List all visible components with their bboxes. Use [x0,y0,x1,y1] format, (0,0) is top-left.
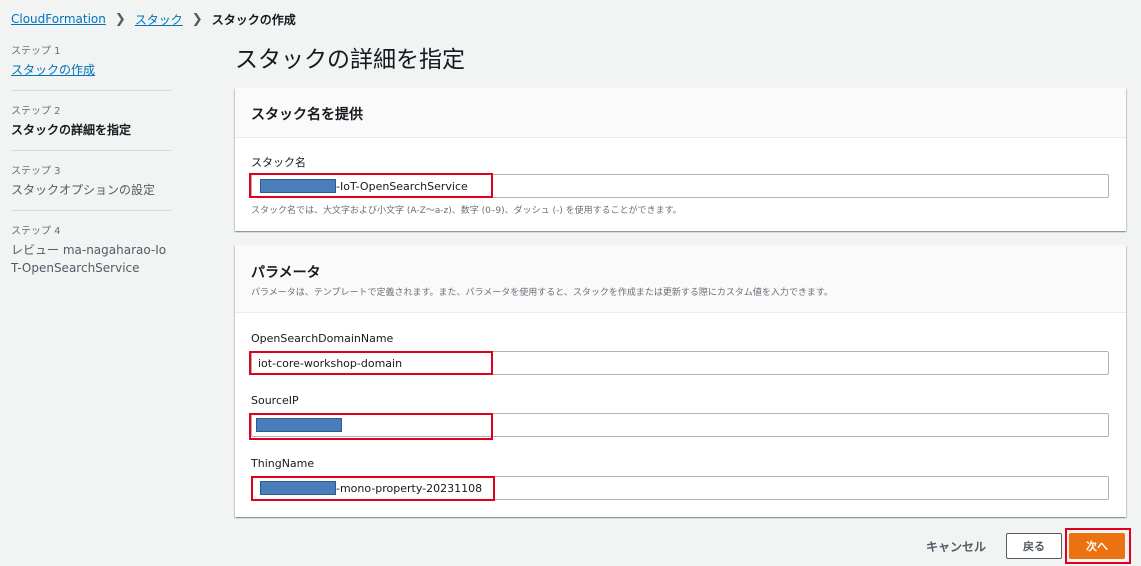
chevron-right-icon: ❯ [114,11,126,27]
step-divider [11,150,171,151]
opensearch-domain-name-value: iot-core-workshop-domain [258,356,403,370]
step-2-title: スタックの詳細を指定 [11,123,132,137]
parameters-panel-description: パラメータは、テンプレートで定義されます。また、パラメータを使用すると、スタック… [251,288,834,298]
wizard-step-2: ステップ 2 スタックの詳細を指定 [11,102,131,139]
source-ip-input[interactable] [251,413,1109,437]
step-4-title: レビュー ma-nagaharao-IoT-OpenSearchService [11,243,167,275]
back-button[interactable]: 戻る [1006,533,1062,559]
opensearch-domain-name-input[interactable]: iot-core-workshop-domain [251,351,1109,375]
wizard-step-4: ステップ 4 レビュー ma-nagaharao-IoT-OpenSearchS… [11,222,171,277]
stack-name-panel: スタック名を提供 スタック名 -IoT-OpenSearchService スタ… [235,88,1126,231]
breadcrumb-current: スタックの作成 [211,12,296,27]
parameters-panel-title: パラメータ [251,265,321,281]
chevron-right-icon: ❯ [191,11,203,27]
step-divider [11,210,171,211]
step-divider [11,90,171,91]
step-1-link[interactable]: スタックの作成 [11,61,171,79]
opensearch-domain-name-label: OpenSearchDomainName [251,332,394,345]
stack-name-value: -IoT-OpenSearchService [336,179,468,193]
source-ip-label: SourceIP [251,394,299,407]
panel-header: スタック名を提供 [235,88,1126,138]
step-2-label: ステップ 2 [11,106,61,117]
cancel-button[interactable]: キャンセル [926,538,986,555]
step-4-label: ステップ 4 [11,226,61,237]
panel-header: パラメータ パラメータは、テンプレートで定義されます。また、パラメータを使用する… [235,245,1126,313]
wizard-step-3: ステップ 3 スタックオプションの設定 [11,162,155,199]
thing-name-value: -mono-property-20231108 [336,481,483,495]
thing-name-input[interactable]: -mono-property-20231108 [251,476,1109,500]
redacted-block [256,418,342,432]
breadcrumb: CloudFormation ❯ スタック ❯ スタックの作成 [11,10,296,28]
step-3-title: スタックオプションの設定 [11,183,156,197]
step-1-label: ステップ 1 [11,46,61,57]
step-3-label: ステップ 3 [11,166,61,177]
page-title: スタックの詳細を指定 [235,47,465,73]
redacted-block [260,481,336,495]
stack-name-constraint: スタック名では、大文字および小文字 (A-Z～a-z)、数字 (0–9)、ダッシ… [251,206,682,216]
wizard-step-1: ステップ 1 スタックの作成 [11,42,171,79]
stack-name-label: スタック名 [251,156,306,169]
breadcrumb-cloudformation-link[interactable]: CloudFormation [11,12,106,26]
wizard-steps-nav: ステップ 1 スタックの作成 ステップ 2 スタックの詳細を指定 ステップ 3 … [11,42,171,275]
stack-name-panel-title: スタック名を提供 [251,107,363,123]
breadcrumb-stacks-link[interactable]: スタック [135,11,183,28]
parameters-panel: パラメータ パラメータは、テンプレートで定義されます。また、パラメータを使用する… [235,245,1126,517]
thing-name-label: ThingName [251,457,315,470]
next-button[interactable]: 次へ [1069,533,1125,559]
stack-name-input[interactable]: -IoT-OpenSearchService [251,174,1109,198]
redacted-block [260,179,336,193]
